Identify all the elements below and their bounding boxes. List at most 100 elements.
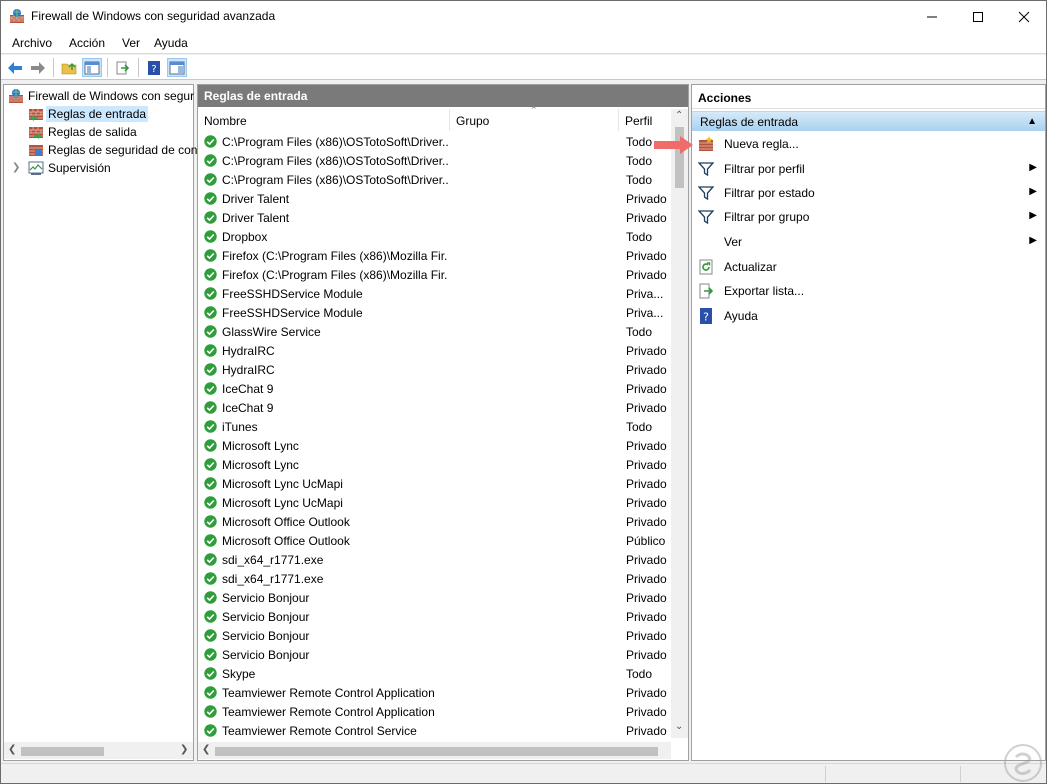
show-hide-action-pane-button[interactable] — [167, 58, 187, 77]
enabled-check-icon — [204, 534, 217, 547]
title-bar: Firewall de Windows con seguridad avanza… — [1, 1, 1046, 32]
action-item[interactable]: Filtrar por perfil ▶ — [692, 158, 1045, 180]
tree-item-reglas-entrada[interactable]: Reglas de entrada — [28, 105, 149, 123]
action-item[interactable]: Actualizar — [692, 256, 1045, 278]
minimize-button[interactable] — [909, 1, 955, 32]
table-row[interactable]: Driver Talent Privado — [198, 189, 671, 208]
menu-ver[interactable]: Ver — [122, 36, 140, 50]
tree-item-supervision[interactable]: Supervisión — [28, 159, 111, 177]
up-folder-button[interactable] — [59, 58, 79, 77]
submenu-arrow-icon: ▶ — [1029, 162, 1037, 173]
rule-name: Dropbox — [222, 230, 268, 244]
table-row[interactable]: FreeSSHDService Module Priva... — [198, 284, 671, 303]
tree-item-label: Reglas de seguridad de con — [48, 143, 198, 157]
scroll-left-icon[interactable]: ❮ — [8, 744, 16, 755]
rule-profile: Privado — [626, 382, 667, 396]
table-row[interactable]: FreeSSHDService Module Priva... — [198, 303, 671, 322]
enabled-check-icon — [204, 477, 217, 490]
enabled-check-icon — [204, 344, 217, 357]
table-row[interactable]: C:\Program Files (x86)\OSTotoSoft\Driver… — [198, 151, 671, 170]
column-header-nombre[interactable]: Nombre — [198, 109, 450, 131]
rule-name: Microsoft Lync UcMapi — [222, 496, 343, 510]
table-row[interactable]: Microsoft Lync UcMapi Privado — [198, 474, 671, 493]
scroll-left-icon[interactable]: ❮ — [202, 744, 210, 755]
menu-archivo[interactable]: Archivo — [12, 36, 52, 50]
back-button[interactable] — [5, 58, 25, 77]
enabled-check-icon — [204, 268, 217, 281]
action-item[interactable]: Filtrar por estado ▶ — [692, 182, 1045, 204]
table-row[interactable]: Driver Talent Privado — [198, 208, 671, 227]
expand-chevron-icon[interactable]: ❯ — [12, 162, 20, 173]
actions-section-header[interactable]: Reglas de entrada ▲ — [692, 111, 1045, 131]
table-row[interactable]: C:\Program Files (x86)\OSTotoSoft\Driver… — [198, 132, 671, 151]
table-row[interactable]: C:\Program Files (x86)\OSTotoSoft\Driver… — [198, 170, 671, 189]
rule-name: Driver Talent — [222, 192, 290, 206]
rule-name: Servicio Bonjour — [222, 591, 310, 605]
table-row[interactable]: GlassWire Service Todo — [198, 322, 671, 341]
table-row[interactable]: Servicio Bonjour Privado — [198, 645, 671, 664]
table-row[interactable]: Microsoft Office Outlook Público — [198, 531, 671, 550]
enabled-check-icon — [204, 154, 217, 167]
tree-item-reglas-salida[interactable]: Reglas de salida — [28, 123, 137, 141]
action-label: Filtrar por grupo — [724, 210, 810, 224]
forward-button[interactable] — [28, 58, 48, 77]
rule-profile: Privado — [626, 439, 667, 453]
table-row[interactable]: Servicio Bonjour Privado — [198, 607, 671, 626]
table-row[interactable]: sdi_x64_r1771.exe Privado — [198, 569, 671, 588]
scroll-up-icon[interactable]: ⌃ — [675, 110, 683, 121]
table-row[interactable]: Teamviewer Remote Control Application Pri… — [198, 702, 671, 721]
action-item[interactable]: Exportar lista... — [692, 280, 1045, 302]
enabled-check-icon — [204, 515, 217, 528]
menu-ayuda[interactable]: Ayuda — [154, 36, 188, 50]
maximize-button[interactable] — [955, 1, 1001, 32]
table-row[interactable]: Dropbox Todo — [198, 227, 671, 246]
rule-name: Servicio Bonjour — [222, 610, 310, 624]
rule-profile: Todo — [626, 420, 653, 434]
close-button[interactable] — [1001, 1, 1047, 32]
table-row[interactable]: sdi_x64_r1771.exe Privado — [198, 550, 671, 569]
scrollbar-thumb[interactable] — [215, 747, 658, 756]
export-button[interactable] — [113, 58, 133, 77]
table-row[interactable]: Firefox (C:\Program Files (x86)\Mozilla … — [198, 265, 671, 284]
rules-vertical-scrollbar[interactable]: ⌃ ⌄ — [671, 109, 688, 738]
status-segment — [825, 766, 960, 782]
table-row[interactable]: iTunes Todo — [198, 417, 671, 436]
action-item[interactable]: Ver ▶ — [692, 231, 1045, 253]
tree-item-reglas-seguridad[interactable]: Reglas de seguridad de con — [28, 141, 197, 159]
scroll-right-icon[interactable]: ❯ — [180, 744, 188, 755]
scroll-down-icon[interactable]: ⌄ — [675, 721, 683, 732]
table-row[interactable]: HydraIRC Privado — [198, 360, 671, 379]
show-hide-tree-button[interactable] — [82, 58, 102, 77]
table-row[interactable]: Firefox (C:\Program Files (x86)\Mozilla … — [198, 246, 671, 265]
tree-horizontal-scrollbar[interactable]: ❮ ❯ — [4, 742, 193, 759]
column-header-perfil[interactable]: Perfil — [619, 109, 671, 131]
table-row[interactable]: Microsoft Office Outlook Privado — [198, 512, 671, 531]
rule-profile: Todo — [626, 173, 653, 187]
rule-profile: Público — [626, 534, 666, 548]
scrollbar-thumb[interactable] — [21, 747, 104, 756]
rule-name: Firefox (C:\Program Files (x86)\Mozilla … — [222, 268, 448, 282]
table-row[interactable]: Microsoft Lync UcMapi Privado — [198, 493, 671, 512]
action-label: Nueva regla... — [724, 137, 799, 151]
table-row[interactable]: Skype Todo — [198, 664, 671, 683]
help-button[interactable]: ? — [144, 58, 164, 77]
action-item[interactable]: ? Ayuda — [692, 305, 1045, 327]
table-row[interactable]: Microsoft Lync Privado — [198, 436, 671, 455]
table-row[interactable]: Servicio Bonjour Privado — [198, 626, 671, 645]
collapse-triangle-icon[interactable]: ▲ — [1027, 116, 1037, 127]
menu-accion[interactable]: Acción — [69, 36, 105, 50]
enabled-check-icon — [204, 667, 217, 680]
rules-horizontal-scrollbar[interactable]: ❮ — [198, 742, 671, 759]
rule-name: GlassWire Service — [222, 325, 321, 339]
table-row[interactable]: Teamviewer Remote Control Application Pri… — [198, 683, 671, 702]
action-item[interactable]: Nueva regla... — [692, 133, 1045, 155]
table-row[interactable]: IceChat 9 Privado — [198, 379, 671, 398]
table-row[interactable]: HydraIRC Privado — [198, 341, 671, 360]
table-row[interactable]: Servicio Bonjour Privado — [198, 588, 671, 607]
action-item[interactable]: Filtrar por grupo ▶ — [692, 206, 1045, 228]
table-row[interactable]: Teamviewer Remote Control Service Privado — [198, 721, 671, 738]
filter-icon — [698, 162, 714, 177]
table-row[interactable]: Microsoft Lync Privado — [198, 455, 671, 474]
table-row[interactable]: IceChat 9 Privado — [198, 398, 671, 417]
tree-root[interactable]: Firewall de Windows con segur — [8, 87, 194, 105]
